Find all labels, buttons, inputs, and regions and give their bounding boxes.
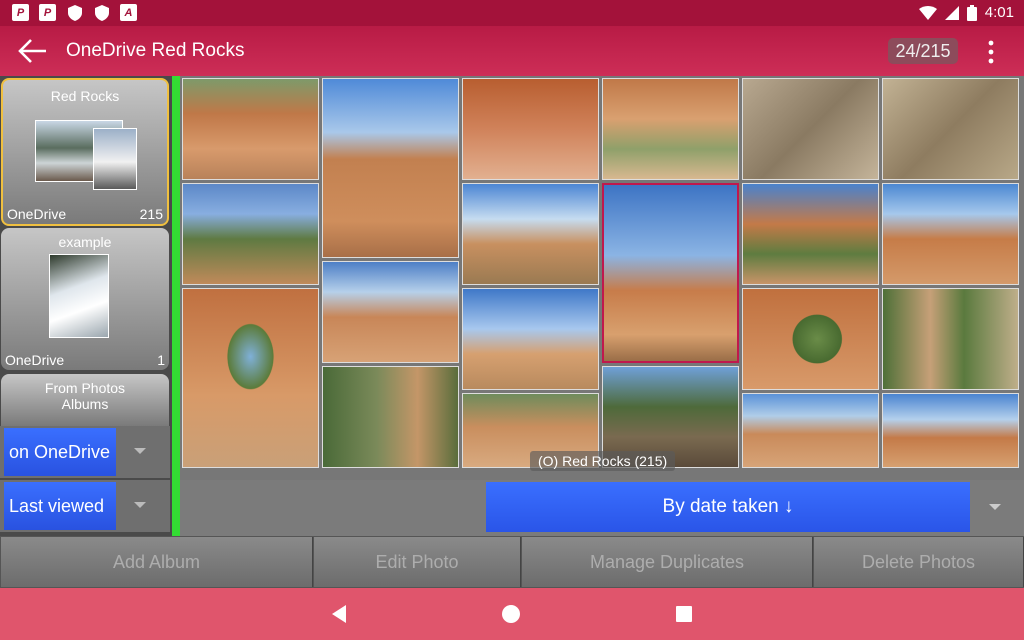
status-time: 4:01 [984, 4, 1014, 21]
photo-thumbnail[interactable] [462, 78, 599, 180]
shield-icon [93, 4, 110, 21]
arrow-left-icon [18, 39, 46, 63]
font-icon: A [120, 4, 137, 21]
photo-thumbnail[interactable] [182, 288, 319, 468]
order-value: Last viewed [4, 482, 116, 530]
edit-photo-button[interactable]: Edit Photo [314, 537, 521, 587]
photo-thumbnail[interactable] [882, 288, 1019, 390]
album-source: OneDrive [7, 206, 67, 222]
photo-thumbnail[interactable] [882, 183, 1019, 285]
photo-thumbnail[interactable] [742, 183, 879, 285]
photo-thumbnail[interactable] [322, 261, 459, 363]
album-thumbnail [93, 128, 137, 190]
album-sidebar: Red Rocks OneDrive 215 example OneDrive … [0, 76, 172, 536]
album-card-from-photos[interactable]: From Photos Albums [1, 374, 169, 426]
photo-thumbnail[interactable] [182, 78, 319, 180]
chevron-down-icon [134, 502, 146, 508]
album-source: OneDrive [5, 352, 65, 368]
action-bar: Add Album Edit Photo Manage Duplicates D… [0, 536, 1024, 588]
album-name: Red Rocks [50, 88, 120, 104]
app-bar: OneDrive Red Rocks 24/215 [0, 26, 1024, 76]
back-button[interactable] [16, 36, 48, 66]
album-name: From Photos Albums [44, 380, 126, 412]
photo-thumbnail-current[interactable] [602, 183, 739, 363]
status-bar: P P A 4:01 [0, 0, 1024, 26]
photo-thumbnail[interactable] [742, 393, 879, 468]
photo-thumbnail[interactable] [462, 288, 599, 390]
back-triangle-icon[interactable] [330, 604, 348, 624]
order-dropdown[interactable]: Last viewed [0, 480, 170, 532]
chevron-down-icon [134, 448, 146, 454]
album-count: 215 [139, 206, 163, 222]
album-count: 1 [157, 352, 165, 368]
wifi-icon [918, 5, 937, 20]
chevron-down-icon[interactable] [989, 504, 1001, 510]
photo-counter: 24/215 [888, 38, 958, 64]
photo-thumbnail[interactable] [602, 78, 739, 180]
photo-thumbnail[interactable] [322, 78, 459, 258]
album-thumbnail [49, 254, 109, 338]
add-album-button[interactable]: Add Album [1, 537, 313, 587]
battery-icon [966, 4, 977, 21]
sort-dropdown[interactable]: By date taken ↓ [486, 482, 970, 532]
photo-thumbnail[interactable] [322, 366, 459, 468]
photo-thumbnail[interactable] [882, 78, 1019, 180]
album-card-example[interactable]: example OneDrive 1 [1, 228, 169, 370]
notification-icons: P P A [12, 4, 137, 21]
pinterest-icon: P [12, 4, 29, 21]
photo-thumbnail[interactable] [882, 393, 1019, 468]
signal-icon [944, 5, 959, 20]
system-status: 4:01 [918, 4, 1014, 21]
overflow-menu-button[interactable] [978, 38, 1004, 66]
recents-square-icon[interactable] [676, 606, 692, 622]
pinterest-icon: P [39, 4, 56, 21]
more-vertical-icon [988, 40, 994, 64]
delete-photos-button[interactable]: Delete Photos [814, 537, 1024, 587]
photo-thumbnail[interactable] [742, 288, 879, 390]
album-name: example [58, 234, 112, 250]
manage-duplicates-button[interactable]: Manage Duplicates [522, 537, 813, 587]
photo-thumbnail[interactable] [742, 78, 879, 180]
location-value: on OneDrive [4, 428, 116, 476]
photo-thumbnail[interactable] [462, 183, 599, 285]
system-nav-bar [0, 588, 1024, 640]
sort-bar: By date taken ↓ [180, 480, 1024, 536]
scroll-indicator[interactable] [172, 76, 180, 536]
grid-caption: (O) Red Rocks (215) [530, 451, 676, 471]
photo-grid: (O) Red Rocks (215) [180, 76, 1024, 480]
album-card-red-rocks[interactable]: Red Rocks OneDrive 215 [1, 78, 169, 226]
page-title: OneDrive Red Rocks [66, 40, 245, 61]
home-circle-icon[interactable] [502, 605, 520, 623]
location-dropdown[interactable]: on OneDrive [0, 426, 170, 478]
shield-icon [66, 4, 83, 21]
photo-thumbnail[interactable] [182, 183, 319, 285]
